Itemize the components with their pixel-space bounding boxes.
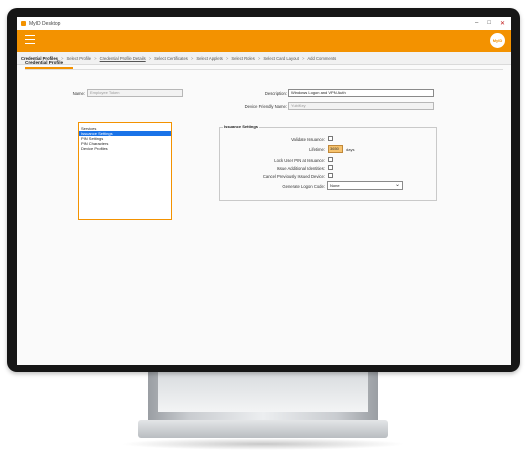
monitor-bezel: MyID Desktop – □ ✕ MyID Credential Profi… bbox=[7, 8, 520, 372]
description-field[interactable]: Windows Logon and VPN Auth bbox=[288, 89, 434, 97]
lock-pin-label: Lock User PIN at Issuance: bbox=[274, 158, 325, 163]
validate-issuance-checkbox[interactable] bbox=[328, 136, 333, 141]
myid-logo: MyID bbox=[490, 33, 505, 48]
breadcrumb-separator: > bbox=[94, 55, 97, 61]
maximize-icon[interactable]: □ bbox=[487, 20, 491, 27]
device-name-field[interactable]: YubiKey bbox=[288, 102, 434, 110]
hamburger-icon[interactable] bbox=[25, 35, 35, 45]
stand-shadow bbox=[120, 438, 406, 450]
logon-code-value: None bbox=[330, 183, 340, 188]
monitor-stand-base bbox=[138, 420, 388, 438]
breadcrumb-select-roles[interactable]: Select Roles bbox=[231, 56, 255, 61]
minimize-icon[interactable]: – bbox=[475, 20, 478, 27]
breadcrumb-separator: > bbox=[225, 55, 229, 61]
breadcrumb-separator: > bbox=[190, 55, 194, 61]
lifetime-input[interactable]: 3650 bbox=[328, 145, 343, 153]
description-label: Description: bbox=[264, 91, 287, 96]
settings-section-list[interactable]: Services Issuance Settings PIN Settings … bbox=[78, 122, 172, 220]
breadcrumb: Credential Profiles > Select Profile > C… bbox=[17, 52, 511, 65]
issuance-settings-title: Issuance Settings bbox=[223, 124, 260, 129]
app-header: MyID bbox=[17, 30, 511, 52]
tab-divider bbox=[25, 69, 503, 70]
breadcrumb-profile-details[interactable]: Credential Profile Details bbox=[100, 56, 146, 61]
breadcrumb-separator: > bbox=[148, 55, 152, 61]
logon-code-label: Generate Logon Code: bbox=[282, 184, 325, 189]
chevron-down-icon: ⌄ bbox=[394, 182, 400, 188]
device-name-label: Device Friendly Name: bbox=[244, 104, 287, 109]
lifetime-unit: days bbox=[346, 147, 355, 152]
logon-code-select[interactable]: None ⌄ bbox=[327, 181, 403, 190]
window-titlebar: MyID Desktop – □ ✕ bbox=[17, 17, 511, 30]
tab-credential-profile[interactable]: Credential Profile bbox=[25, 60, 63, 65]
window-title: MyID Desktop bbox=[29, 20, 61, 27]
name-field[interactable]: Employee Token bbox=[87, 89, 183, 97]
breadcrumb-add-comments[interactable]: Add Comments bbox=[307, 56, 336, 61]
lock-pin-checkbox[interactable] bbox=[328, 157, 333, 162]
window-controls: – □ ✕ bbox=[475, 20, 505, 27]
breadcrumb-separator: > bbox=[257, 55, 261, 61]
validate-issuance-label: Validate Issuance: bbox=[291, 137, 325, 142]
breadcrumb-select-card-layout[interactable]: Select Card Layout bbox=[263, 56, 299, 61]
name-label: Name: bbox=[72, 91, 85, 96]
list-item-device-profiles[interactable]: Device Profiles bbox=[79, 146, 171, 151]
issue-additional-checkbox[interactable] bbox=[328, 165, 333, 170]
app-icon bbox=[21, 21, 26, 26]
cancel-previous-label: Cancel Previously Issued Device: bbox=[262, 174, 325, 179]
breadcrumb-select-certificates[interactable]: Select Certificates bbox=[154, 56, 188, 61]
lifetime-label: Lifetime: bbox=[309, 147, 325, 152]
issue-additional-label: Issue Additional Identities: bbox=[276, 166, 325, 171]
close-icon[interactable]: ✕ bbox=[500, 20, 505, 27]
screen: MyID Desktop – □ ✕ MyID Credential Profi… bbox=[17, 17, 511, 365]
breadcrumb-select-applets[interactable]: Select Applets bbox=[196, 56, 223, 61]
cancel-previous-checkbox[interactable] bbox=[328, 173, 333, 178]
breadcrumb-select-profile[interactable]: Select Profile bbox=[66, 56, 91, 61]
monitor-stand-inner bbox=[158, 372, 368, 412]
breadcrumb-separator: > bbox=[301, 55, 305, 61]
